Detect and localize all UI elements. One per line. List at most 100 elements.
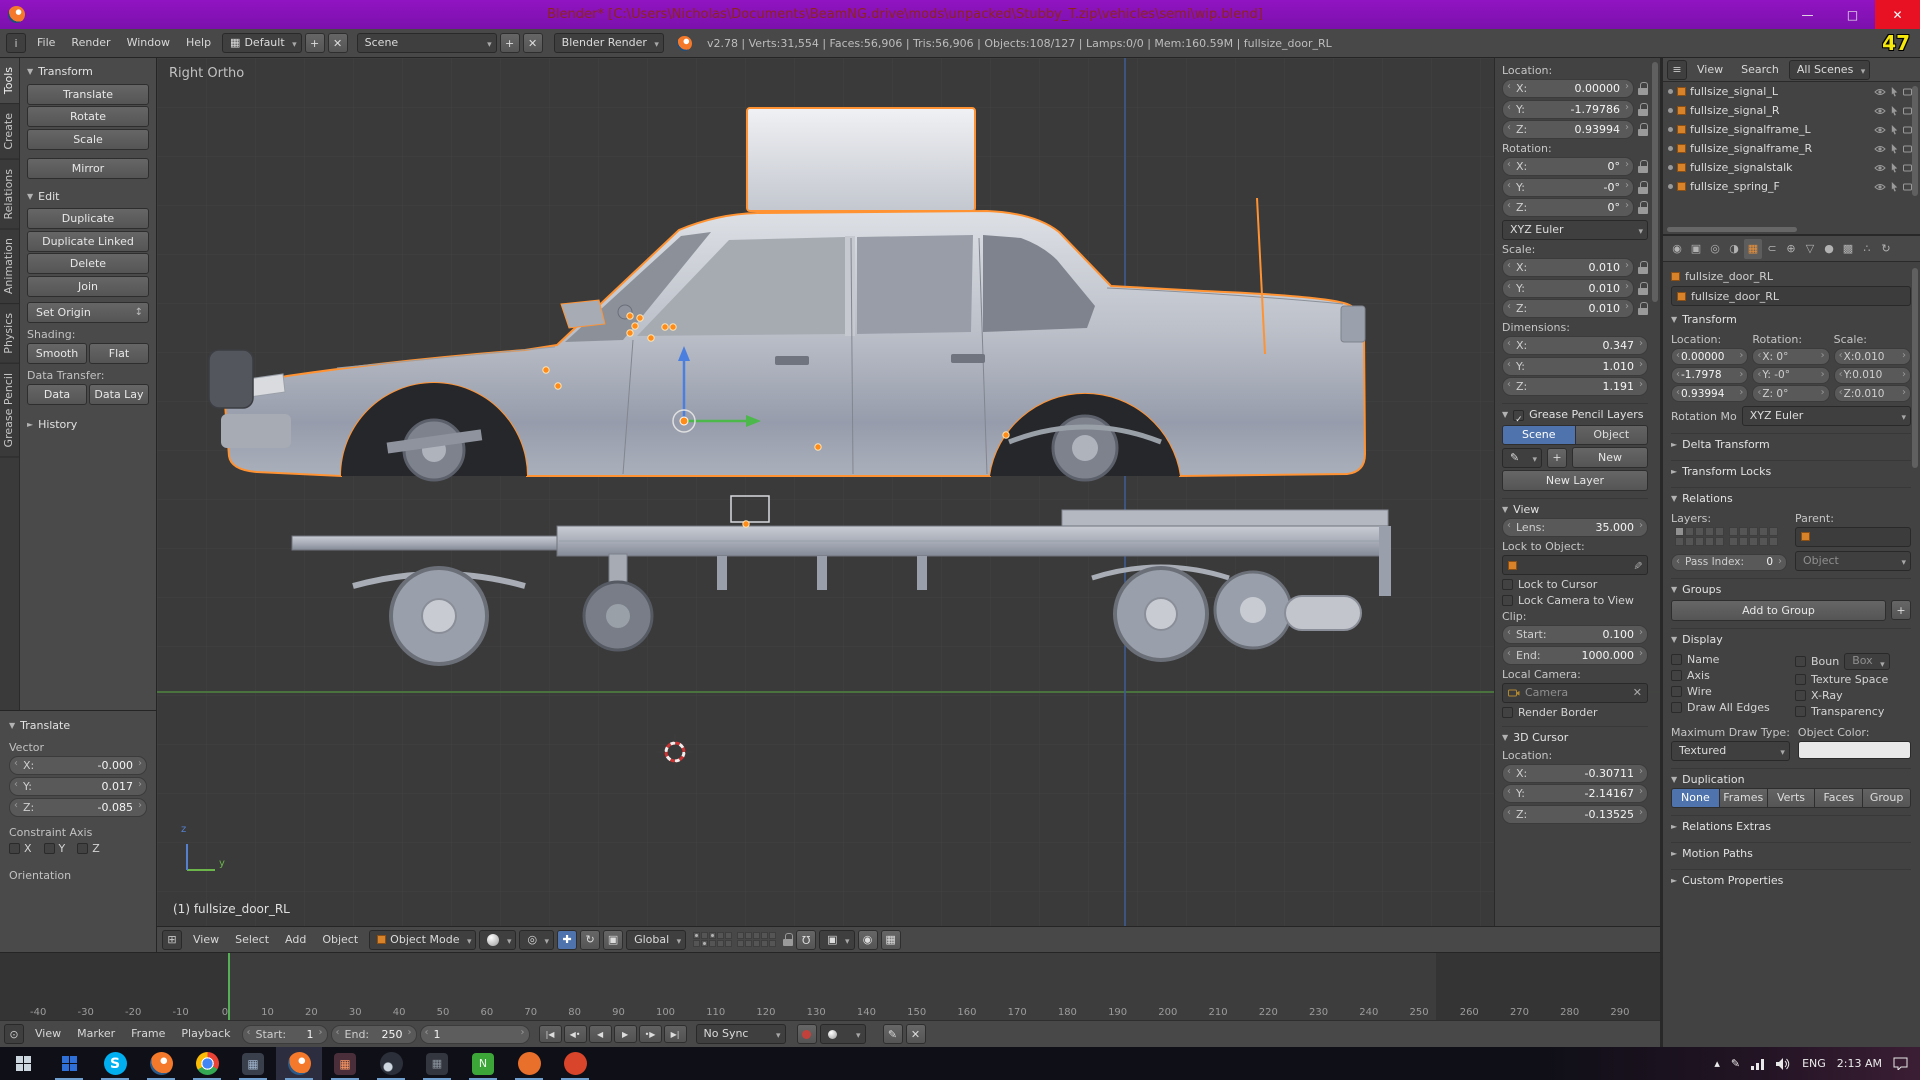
outliner-item[interactable]: fullsize_signal_R [1663,101,1920,120]
duplication-mode-button[interactable]: Frames [1720,788,1768,808]
scene-selector[interactable]: Scene [357,33,497,53]
playback-button[interactable]: |◀ [539,1025,562,1043]
clock[interactable]: 2:13 AM [1837,1057,1882,1070]
layers-widget[interactable] [1675,527,1783,546]
lens-slider[interactable]: Lens:35.000 [1502,518,1648,537]
visibility-eye-icon[interactable] [1874,145,1886,153]
properties-tab[interactable]: ◉ [1668,239,1686,259]
data-layout-button[interactable]: Data Lay [89,384,149,405]
taskbar-app-steam[interactable] [368,1047,414,1080]
gp-new-button[interactable]: New [1572,447,1648,468]
volume-icon[interactable] [1776,1058,1791,1070]
playback-button[interactable]: ▶| [664,1025,687,1043]
visibility-eye-icon[interactable] [1874,183,1886,191]
lock-icon[interactable] [1638,201,1648,214]
render-only-button[interactable]: ▦ [881,930,901,950]
render-engine-dropdown[interactable]: Blender Render [554,33,664,53]
taskbar-app-blender-active[interactable] [276,1047,322,1080]
lock-icon[interactable] [1638,302,1648,315]
close-button[interactable]: ✕ [1875,0,1920,29]
menu-item[interactable]: Frame [123,1023,173,1045]
selectability-cursor-icon[interactable] [1890,143,1899,154]
tool-shelf-tab[interactable]: Relations [0,160,19,230]
tool-button[interactable]: Duplicate [27,208,149,229]
bounds-checkbox[interactable]: BounBox [1795,653,1911,670]
snap-element-dropdown[interactable]: ▣ [819,930,854,950]
maximize-button[interactable]: □ [1830,0,1875,29]
menu-item[interactable]: View [27,1023,69,1045]
properties-tab[interactable]: ⊕ [1782,239,1800,259]
display-option-checkbox[interactable]: Texture Space [1795,673,1911,686]
panel-header-history[interactable]: History [27,415,149,435]
location-slider[interactable]: Y:-1.79786 [1502,100,1634,119]
playback-button[interactable]: •▶ [639,1025,662,1043]
constraint-axis-checkbox[interactable]: Y [44,842,66,855]
start-button[interactable] [0,1047,46,1080]
properties-scrollbar[interactable] [1912,268,1918,468]
rotation-field[interactable]: Z: 0° [1752,385,1829,402]
snap-magnet-button[interactable] [796,930,816,950]
scale-field[interactable]: Z:0.010 [1834,385,1911,402]
smooth-button[interactable]: Smooth [27,343,87,364]
tool-button[interactable]: Delete [27,253,149,274]
menu-item[interactable]: View [185,929,227,951]
panel-header-translate[interactable]: Translate [9,716,147,736]
expand-icon[interactable] [1668,108,1673,113]
expand-icon[interactable] [1668,127,1673,132]
location-field[interactable]: 0.93994 [1671,385,1748,402]
bounds-type-dropdown[interactable]: Box [1844,653,1889,670]
current-frame-field[interactable]: 1 [420,1025,530,1044]
taskbar-app-skype[interactable]: S [92,1047,138,1080]
gp-object-tab[interactable]: Object [1576,425,1649,445]
panel-header-groups[interactable]: Groups [1671,578,1911,598]
clip-end-slider[interactable]: End:1000.000 [1502,646,1648,665]
gp-new-layer-button[interactable]: New Layer [1502,470,1648,491]
object-color-swatch[interactable] [1798,741,1911,759]
lock-camera-checkbox[interactable]: Lock Camera to View [1502,594,1648,607]
properties-tab[interactable]: ∴ [1858,239,1876,259]
taskbar-app-tiles[interactable] [46,1047,92,1080]
lock-icon[interactable] [783,933,793,946]
clear-icon[interactable]: ✕ [1633,686,1642,699]
timeline-track[interactable]: -40-30-20-100102030405060708090100110120… [0,953,1660,1021]
language-indicator[interactable]: ENG [1802,1057,1826,1070]
location-slider[interactable]: X:0.00000 [1502,79,1634,98]
viewport-3d[interactable]: Right Ortho (1) fullsize_door_RL y z Loc… [157,58,1660,926]
tray-expand-icon[interactable]: ▴ [1714,1057,1720,1070]
rotation-slider[interactable]: Z:0° [1502,198,1634,217]
action-center-icon[interactable] [1893,1057,1908,1070]
location-field[interactable]: -1.7978 [1671,367,1748,384]
menu-item[interactable]: Window [119,32,178,54]
lock-icon[interactable] [1638,181,1648,194]
shading-dropdown[interactable] [479,930,516,950]
viewport-canvas[interactable] [157,58,1660,926]
outliner-view-menu[interactable]: View [1689,59,1731,81]
playback-button[interactable]: ▶ [614,1025,637,1043]
gp-brush-dropdown[interactable]: ✎ [1502,448,1542,468]
rotation-mode-dropdown[interactable]: XYZ Euler [1502,220,1648,240]
tool-shelf-tab[interactable]: Tools [0,58,19,104]
taskbar-app-dark-1[interactable]: ▦ [230,1047,276,1080]
lock-icon[interactable] [1638,123,1648,136]
lock-to-cursor-checkbox[interactable]: Lock to Cursor [1502,578,1648,591]
panel-header-transform-locks[interactable]: Transform Locks [1671,460,1911,480]
editor-type-dropdown[interactable]: ⊞ [162,930,182,950]
tool-button[interactable]: Scale [27,129,149,150]
grease-pencil-checkbox[interactable] [1513,410,1524,421]
selectability-cursor-icon[interactable] [1890,181,1899,192]
add-scene-button[interactable]: + [500,33,520,53]
taskbar-app-green[interactable]: N [460,1047,506,1080]
display-option-checkbox[interactable]: X-Ray [1795,689,1911,702]
playback-button[interactable]: ◀• [564,1025,587,1043]
mirror-button[interactable]: Mirror [27,158,149,179]
properties-tab[interactable]: ◎ [1706,239,1724,259]
cursor-location-slider[interactable]: X:-0.30711 [1502,764,1648,783]
selectability-cursor-icon[interactable] [1890,124,1899,135]
duplication-mode-button[interactable]: Group [1863,788,1911,808]
rotation-slider[interactable]: Y:-0° [1502,178,1634,197]
dimension-slider[interactable]: Y:1.010 [1502,357,1648,376]
outliner-item[interactable]: fullsize_signal_L [1663,82,1920,101]
properties-tab[interactable]: ◑ [1725,239,1743,259]
rotation-mode-dropdown[interactable]: XYZ Euler [1742,406,1911,426]
visibility-eye-icon[interactable] [1874,164,1886,172]
